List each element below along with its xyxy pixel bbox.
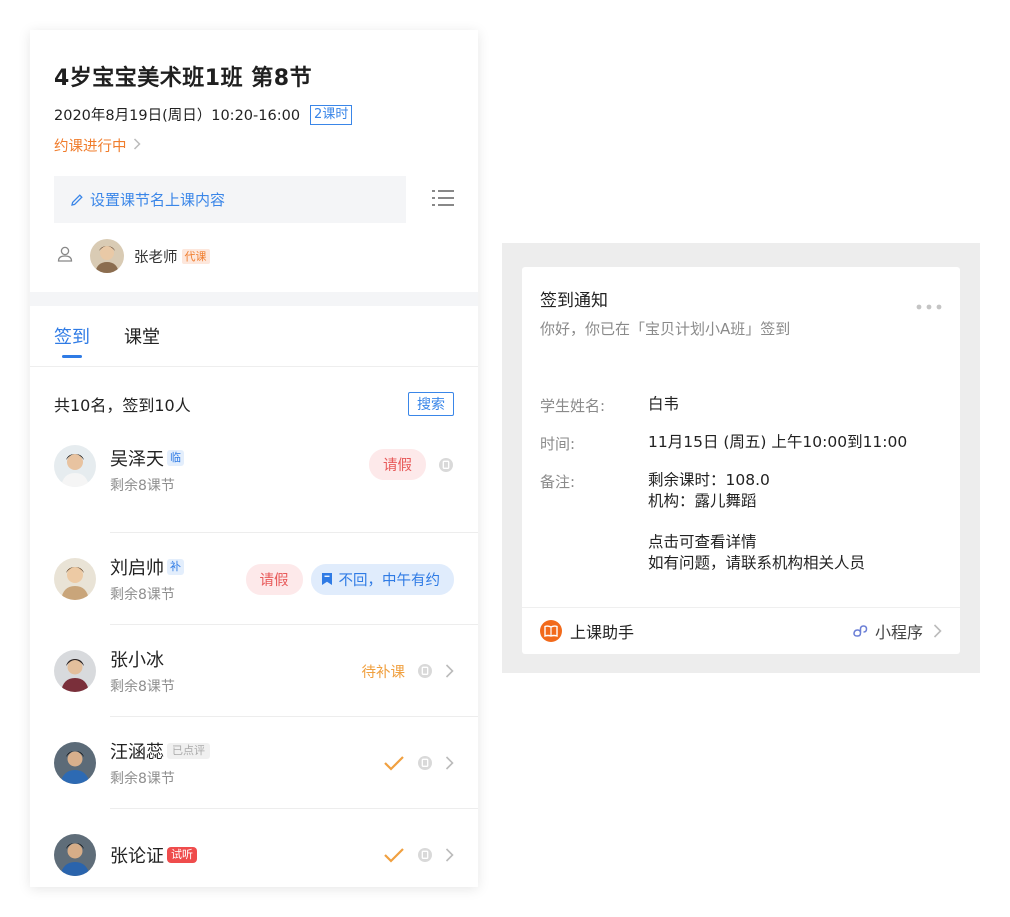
- teacher-avatar: [90, 239, 124, 273]
- checkmark-icon[interactable]: [383, 755, 405, 771]
- notification-title: 签到通知: [540, 291, 608, 311]
- pencil-icon: [71, 193, 83, 206]
- remaining-lessons: 剩余8课节: [110, 679, 175, 695]
- student-info: 张小冰 剩余8课节: [110, 646, 362, 696]
- trial-tag: 试听: [167, 847, 197, 863]
- student-name: 张论证: [110, 846, 164, 867]
- student-avatar: [54, 445, 96, 487]
- student-actions: 待补课: [362, 661, 455, 682]
- person-icon: [56, 245, 74, 267]
- app-name: 上课助手: [570, 623, 635, 642]
- temporary-tag: 临: [167, 450, 184, 466]
- attendance-summary: 共10名，签到10人: [54, 396, 191, 415]
- student-actions: [383, 755, 454, 771]
- student-info: 吴泽天 临 剩余8课节: [110, 445, 369, 495]
- leave-button[interactable]: 请假: [369, 449, 426, 480]
- stamp-icon[interactable]: [417, 755, 433, 771]
- student-name-value: 白韦: [648, 395, 680, 413]
- remaining-lessons: 剩余8课节: [110, 771, 175, 787]
- view-details-line: 点击可查看详情: [648, 533, 757, 551]
- pending-makeup-status: 待补课: [361, 664, 406, 681]
- tab-bar: 签到 课堂: [30, 306, 478, 367]
- bookmark-icon: [321, 573, 332, 585]
- student-info: 刘启帅 补 剩余8课节: [110, 554, 246, 604]
- stamp-icon[interactable]: [417, 663, 433, 679]
- set-lesson-content-button[interactable]: 设置课节名上课内容: [54, 176, 406, 223]
- list-menu-icon[interactable]: [432, 188, 454, 212]
- student-name: 汪涵蕊: [110, 742, 164, 763]
- student-row[interactable]: 张论证 试听: [30, 809, 478, 887]
- chevron-right-icon: [133, 137, 141, 154]
- time-value: 11月15日 (周五) 上午10:00到11:00: [648, 433, 908, 451]
- lesson-detail-card: 4岁宝宝美术班1班 第8节 2020年8月19日(周日）10:20-16:00 …: [30, 30, 478, 887]
- student-info: 张论证 试听: [110, 842, 383, 868]
- booking-status-link[interactable]: 约课进行中: [54, 135, 454, 156]
- book-icon: [540, 620, 562, 642]
- more-options-icon[interactable]: [916, 295, 942, 314]
- tab-classroom[interactable]: 课堂: [124, 323, 160, 349]
- student-actions: 请假 不回，中午有约: [245, 563, 454, 595]
- notification-subtitle: 你好，你已在「宝贝计划小A班」签到: [540, 320, 791, 338]
- remaining-lessons: 剩余8课节: [110, 478, 175, 494]
- booking-status-label: 约课进行中: [54, 139, 127, 155]
- lesson-title: 4岁宝宝美术班1班 第8节: [54, 66, 313, 91]
- student-name: 吴泽天: [110, 449, 164, 470]
- checkin-notification-card[interactable]: 签到通知 你好，你已在「宝贝计划小A班」签到 学生姓名: 白韦 时间: 11月1…: [522, 267, 960, 654]
- student-avatar: [54, 558, 96, 600]
- reviewed-tag: 已点评: [167, 743, 210, 759]
- content-setting-row: 设置课节名上课内容: [54, 176, 454, 223]
- notification-footer[interactable]: 上课助手 小程序: [522, 607, 960, 654]
- institution-line: 机构：露儿舞蹈: [648, 492, 757, 510]
- remaining-lessons: 剩余8课节: [110, 587, 175, 603]
- student-row[interactable]: 汪涵蕊 已点评 剩余8课节: [30, 717, 478, 809]
- student-info: 汪涵蕊 已点评 剩余8课节: [110, 738, 383, 788]
- student-actions: 请假: [369, 449, 454, 480]
- active-tab-indicator: [62, 355, 82, 358]
- student-row[interactable]: 刘启帅 补 剩余8课节 请假 不回，中午有约: [30, 533, 478, 625]
- student-name-label: 学生姓名:: [540, 397, 606, 415]
- mini-program-link[interactable]: 小程序: [851, 619, 942, 643]
- leave-button[interactable]: 请假: [245, 563, 303, 595]
- chevron-right-icon[interactable]: [445, 848, 454, 862]
- time-label: 时间:: [540, 435, 576, 453]
- student-name: 张小冰: [110, 650, 164, 671]
- student-name: 刘启帅: [110, 558, 164, 579]
- search-button[interactable]: 搜索: [408, 392, 454, 416]
- remark-label: 备注:: [540, 473, 576, 491]
- stamp-icon[interactable]: [438, 457, 454, 473]
- student-row[interactable]: 张小冰 剩余8课节 待补课: [30, 625, 478, 717]
- lesson-datetime-row: 2020年8月19日(周日）10:20-16:00 2课时: [54, 104, 454, 125]
- stamp-icon[interactable]: [417, 847, 433, 863]
- mini-program-icon: [853, 625, 868, 637]
- student-avatar: [54, 650, 96, 692]
- teacher-name: 张老师: [134, 249, 178, 266]
- section-divider: [30, 292, 478, 306]
- makeup-tag: 补: [167, 559, 184, 575]
- contact-line: 如有问题，请联系机构相关人员: [648, 554, 866, 572]
- student-row[interactable]: 吴泽天 临 剩余8课节 请假: [30, 441, 478, 533]
- leave-note[interactable]: 不回，中午有约: [310, 563, 454, 595]
- lesson-datetime: 2020年8月19日(周日）10:20-16:00: [54, 108, 301, 124]
- chevron-right-icon[interactable]: [445, 664, 454, 678]
- attendance-summary-row: 共10名，签到10人 搜索: [30, 367, 478, 441]
- teacher-row[interactable]: 张老师 代课: [54, 239, 454, 273]
- remaining-hours-line: 剩余课时：108.0: [648, 471, 770, 489]
- chevron-right-icon[interactable]: [445, 756, 454, 770]
- leave-note-text: 不回，中午有约: [338, 572, 441, 589]
- mini-program-label: 小程序: [874, 623, 923, 642]
- student-avatar: [54, 742, 96, 784]
- hours-badge: 2课时: [310, 104, 353, 125]
- lesson-header: 4岁宝宝美术班1班 第8节 2020年8月19日(周日）10:20-16:00 …: [30, 30, 478, 292]
- student-actions: [383, 847, 454, 863]
- student-avatar: [54, 834, 96, 876]
- checkmark-icon[interactable]: [383, 847, 405, 863]
- chevron-right-icon: [933, 624, 942, 638]
- substitute-badge: 代课: [181, 248, 210, 264]
- set-lesson-content-label: 设置课节名上课内容: [90, 191, 226, 209]
- tab-checkin[interactable]: 签到: [54, 323, 90, 349]
